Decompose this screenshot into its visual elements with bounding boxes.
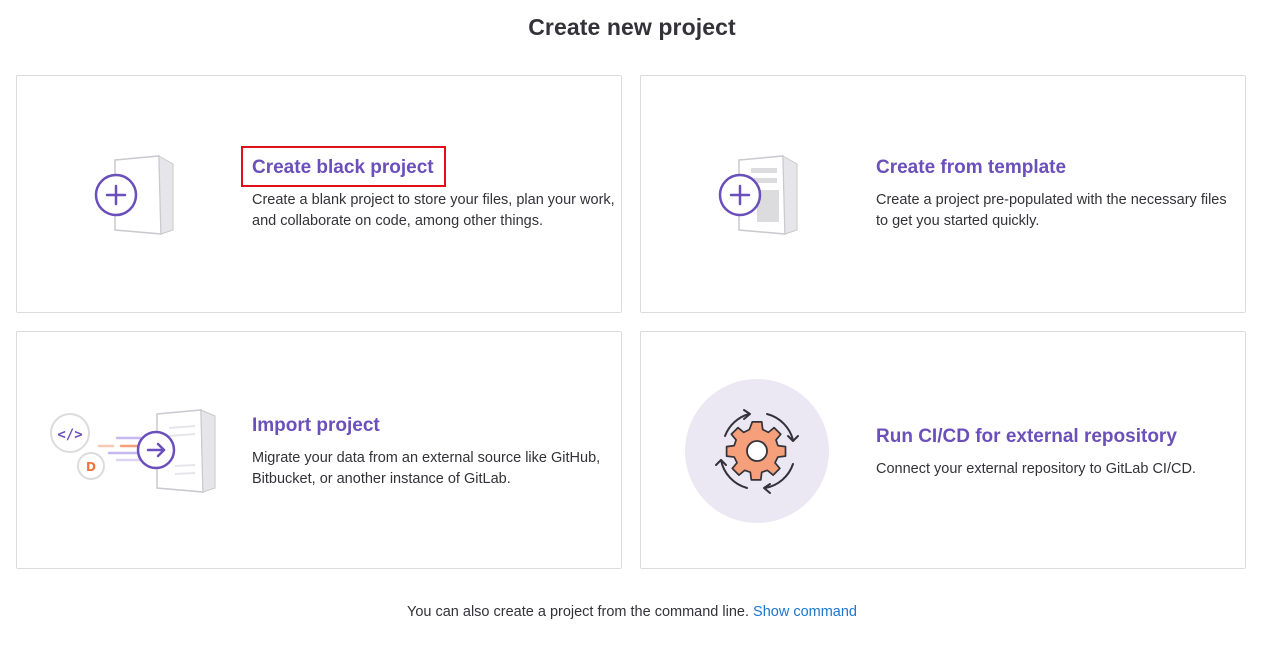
import-project-illustration-icon: </> D bbox=[50, 409, 216, 493]
template-project-illustration-icon bbox=[718, 155, 798, 235]
blank-project-illustration-icon bbox=[94, 155, 174, 235]
card-title[interactable]: Create from template bbox=[876, 156, 1241, 180]
card-title[interactable]: Import project bbox=[252, 414, 617, 438]
card-description: Migrate your data from an external sourc… bbox=[252, 450, 601, 487]
card-description: Connect your external repository to GitL… bbox=[876, 461, 1196, 477]
card-title[interactable]: Create black project bbox=[252, 156, 617, 180]
show-command-link[interactable]: Show command bbox=[753, 604, 857, 620]
card-description: Create a project pre-populated with the … bbox=[876, 192, 1227, 229]
svg-text:D: D bbox=[86, 460, 96, 474]
card-description: Create a blank project to store your fil… bbox=[252, 192, 615, 229]
footer-text: You can also create a project from the c… bbox=[406, 604, 749, 620]
run-cicd-external-card[interactable]: Run CI/CD for external repository Connec… bbox=[640, 331, 1246, 569]
import-project-card[interactable]: </> D Import project Migrate your data f… bbox=[16, 331, 622, 569]
svg-text:</>: </> bbox=[57, 427, 82, 443]
page-title: Create new project bbox=[528, 14, 736, 40]
create-from-template-card[interactable]: Create from template Create a project pr… bbox=[640, 75, 1246, 313]
card-title[interactable]: Run CI/CD for external repository bbox=[876, 425, 1241, 449]
cicd-gear-illustration-icon bbox=[685, 379, 829, 523]
footer: You can also create a project from the c… bbox=[0, 604, 1264, 620]
create-blank-project-card[interactable]: Create black project Create a blank proj… bbox=[16, 75, 622, 313]
